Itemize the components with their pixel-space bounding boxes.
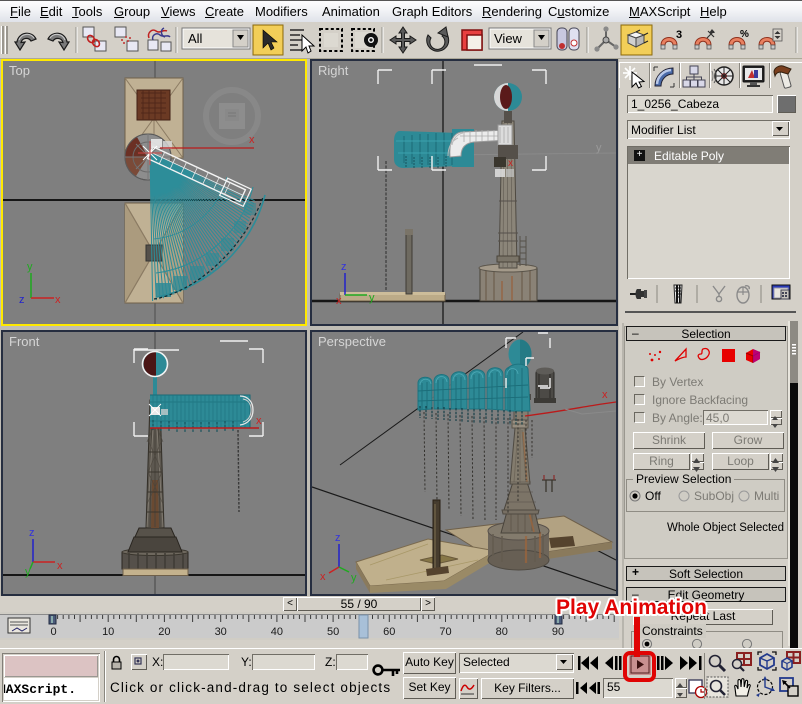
svg-text:y: y <box>25 566 31 578</box>
svg-text:70: 70 <box>439 626 451 638</box>
svg-text:%: % <box>740 29 749 40</box>
svg-text:x: x <box>508 158 513 169</box>
svg-text:x: x <box>336 295 342 307</box>
svg-text:x: x <box>256 415 262 427</box>
svg-text:20: 20 <box>158 626 170 638</box>
svg-text:y: y <box>369 292 375 304</box>
svg-text:View: View <box>494 31 523 46</box>
svg-text:10: 10 <box>102 626 114 638</box>
svg-text:z: z <box>341 261 347 273</box>
svg-text:x: x <box>55 294 61 306</box>
svg-text:x: x <box>249 134 255 146</box>
svg-text:x: x <box>602 389 608 401</box>
svg-text:3: 3 <box>676 29 682 41</box>
svg-text:All: All <box>188 31 203 46</box>
svg-text:y: y <box>596 142 602 154</box>
svg-text:y: y <box>27 261 33 273</box>
svg-text:z: z <box>19 294 25 306</box>
svg-text:z: z <box>335 532 341 544</box>
svg-text:0: 0 <box>50 626 56 638</box>
svg-text:90: 90 <box>552 626 564 638</box>
svg-text:50: 50 <box>327 626 339 638</box>
svg-text:30: 30 <box>215 626 227 638</box>
svg-text:x: x <box>320 571 326 583</box>
svg-text:40: 40 <box>271 626 283 638</box>
svg-text:z: z <box>29 527 35 539</box>
svg-text:y: y <box>351 572 357 584</box>
svg-text:x: x <box>57 560 63 572</box>
svg-text:60: 60 <box>383 626 395 638</box>
svg-text:80: 80 <box>496 626 508 638</box>
